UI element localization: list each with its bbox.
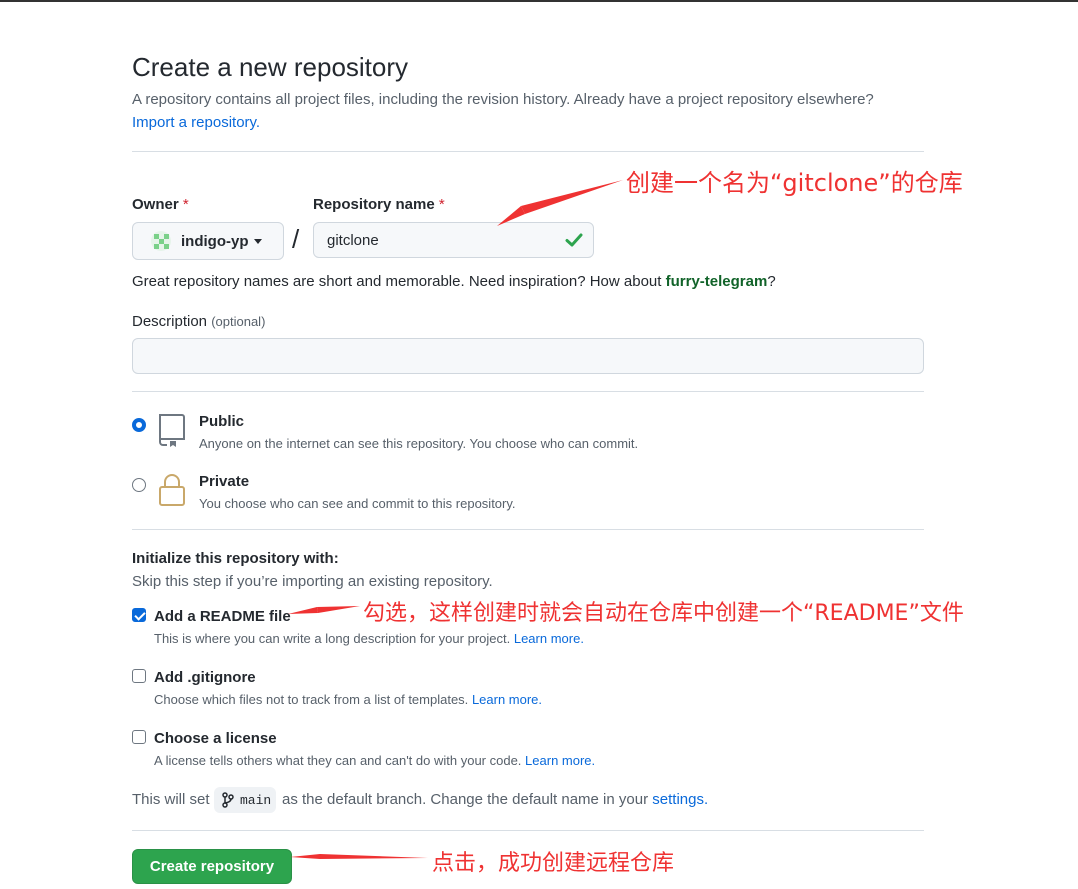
annotation-create: 点击，成功创建远程仓库 bbox=[432, 851, 675, 876]
annotation-arrows bbox=[288, 180, 623, 859]
annotation-readme: 勾选，这样创建时就会自动在仓库中创建一个“README”文件 bbox=[363, 601, 964, 626]
annotation-repo-name: 创建一个名为“gitclone”的仓库 bbox=[626, 169, 963, 197]
